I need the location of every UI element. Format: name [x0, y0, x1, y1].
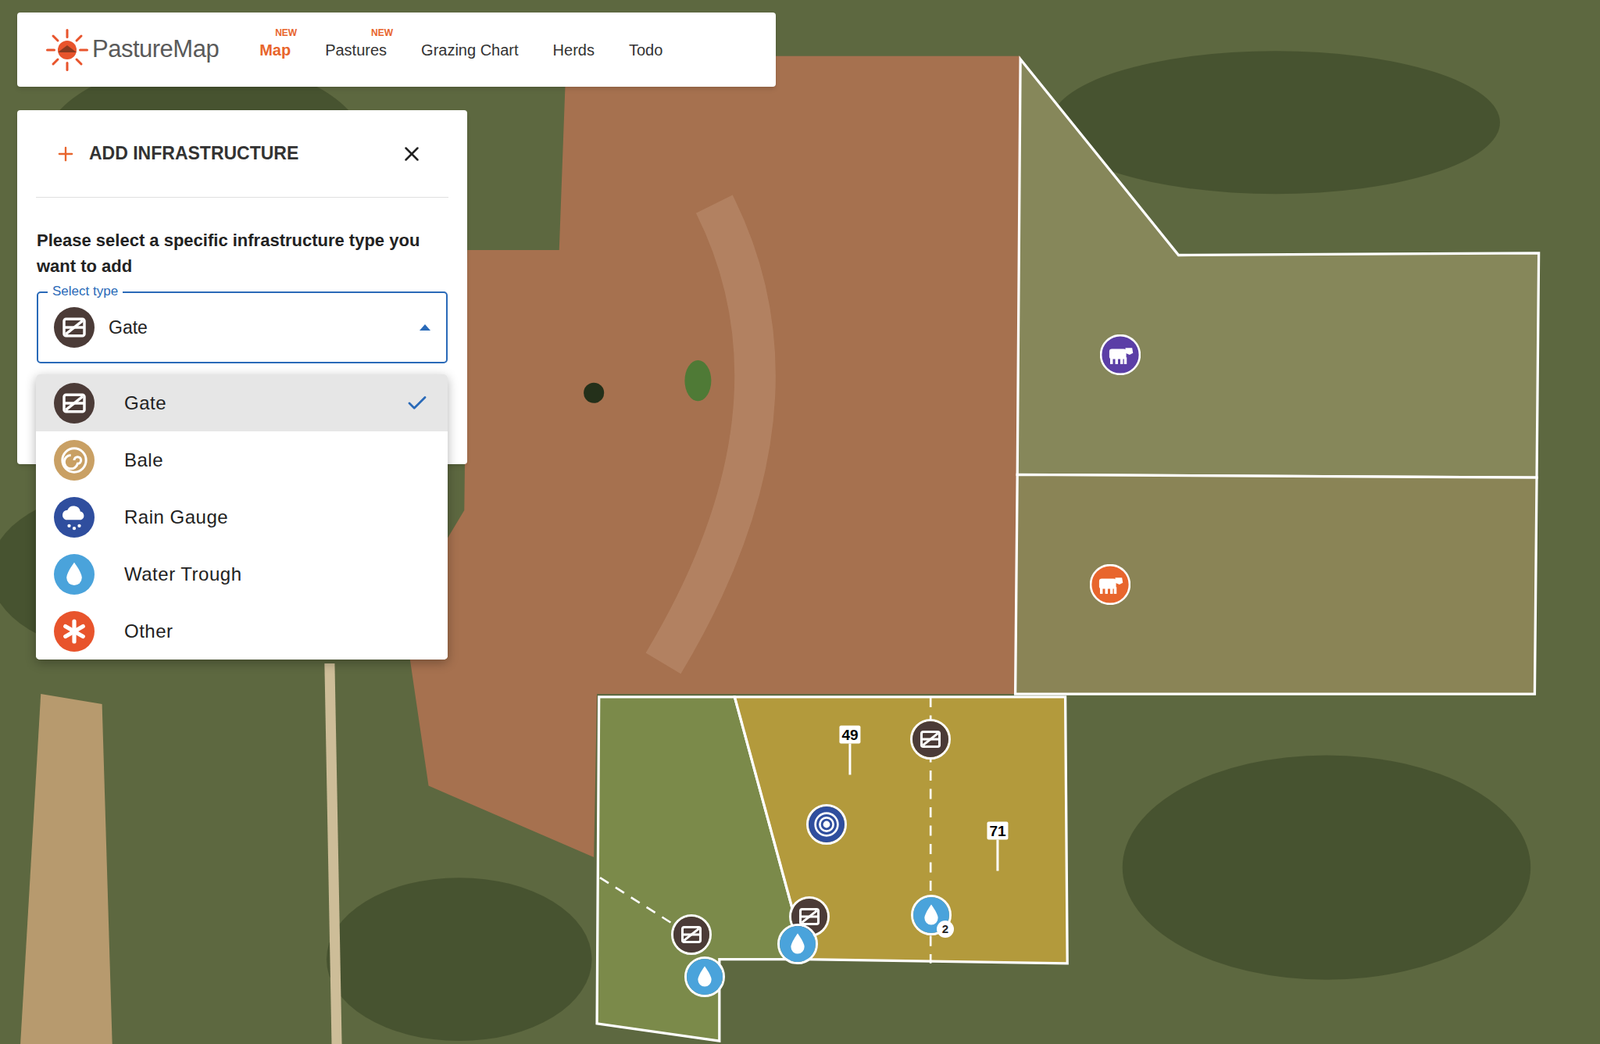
- water-icon: [53, 553, 95, 595]
- gate-icon: [53, 382, 95, 424]
- gate-icon: [53, 307, 95, 348]
- panel-header: ADD INFRASTRUCTURE: [35, 110, 449, 198]
- target-pin[interactable]: [806, 803, 847, 845]
- type-option[interactable]: Bale: [35, 431, 448, 489]
- rain-icon: [53, 496, 95, 538]
- herd-pin[interactable]: [1089, 564, 1131, 605]
- herd-icon[interactable]: [1089, 564, 1131, 605]
- add-infrastructure-panel: ADD INFRASTRUCTURE Please select a specif…: [17, 110, 468, 465]
- gate-pin[interactable]: [910, 718, 951, 760]
- water-pin[interactable]: 2: [910, 894, 952, 936]
- type-select-wrapper: Select typeGateGateBaleRain GaugeWater T…: [36, 291, 448, 364]
- pasture-label[interactable]: 71: [986, 821, 1008, 872]
- panel-prompt: Please select a specific infrastructure …: [36, 227, 448, 279]
- type-option[interactable]: Other: [35, 602, 448, 660]
- type-option[interactable]: Water Trough: [35, 545, 448, 603]
- close-icon[interactable]: [400, 142, 424, 166]
- pasture-label[interactable]: 49: [839, 725, 861, 775]
- app: 2 49 71 PastureMap NEWMap NEWPastures Grazing …: [0, 0, 1600, 1044]
- top-nav: PastureMap NEWMap NEWPastures Grazing Chart…: [17, 12, 776, 87]
- nav-item[interactable]: Grazing Chart: [421, 30, 519, 70]
- nav-item[interactable]: NEWMap: [259, 30, 291, 70]
- logo-icon: [43, 26, 91, 74]
- water-icon: [686, 958, 723, 995]
- check-icon: [405, 391, 429, 415]
- nav-item[interactable]: Herds: [553, 30, 595, 70]
- water-icon: [779, 925, 816, 962]
- bale-icon: [53, 439, 95, 481]
- gate-pin[interactable]: [671, 914, 712, 955]
- new-badge: NEW: [275, 25, 297, 40]
- gate-icon: [673, 916, 710, 953]
- type-select[interactable]: Select typeGate: [36, 291, 448, 364]
- pin-count-badge: 2: [936, 920, 954, 938]
- other-icon: [53, 610, 95, 652]
- plus-icon: [54, 142, 77, 165]
- herd-pin[interactable]: [1100, 334, 1141, 375]
- nav-items: NEWMap NEWPastures Grazing Chart Herds Todo: [259, 30, 663, 70]
- label-stick: [848, 743, 851, 775]
- chevron-up-icon: [419, 324, 431, 331]
- overlay-column: PastureMap NEWMap NEWPastures Grazing Chart…: [17, 12, 776, 465]
- herd-icon[interactable]: [1100, 334, 1141, 375]
- nav-item[interactable]: Todo: [628, 30, 663, 70]
- new-badge: NEW: [371, 25, 393, 40]
- select-label: Select type: [47, 283, 123, 300]
- type-option[interactable]: Gate: [35, 374, 448, 432]
- nav-item[interactable]: NEWPastures: [325, 30, 387, 70]
- gate-icon: [912, 721, 949, 758]
- label-stick: [996, 839, 999, 872]
- water-pin[interactable]: [684, 956, 725, 997]
- target-icon: [808, 806, 845, 843]
- logo[interactable]: PastureMap: [43, 26, 219, 74]
- water-pin[interactable]: [777, 923, 818, 965]
- type-option[interactable]: Rain Gauge: [35, 488, 448, 546]
- type-dropdown: GateBaleRain GaugeWater TroughOther: [35, 374, 448, 660]
